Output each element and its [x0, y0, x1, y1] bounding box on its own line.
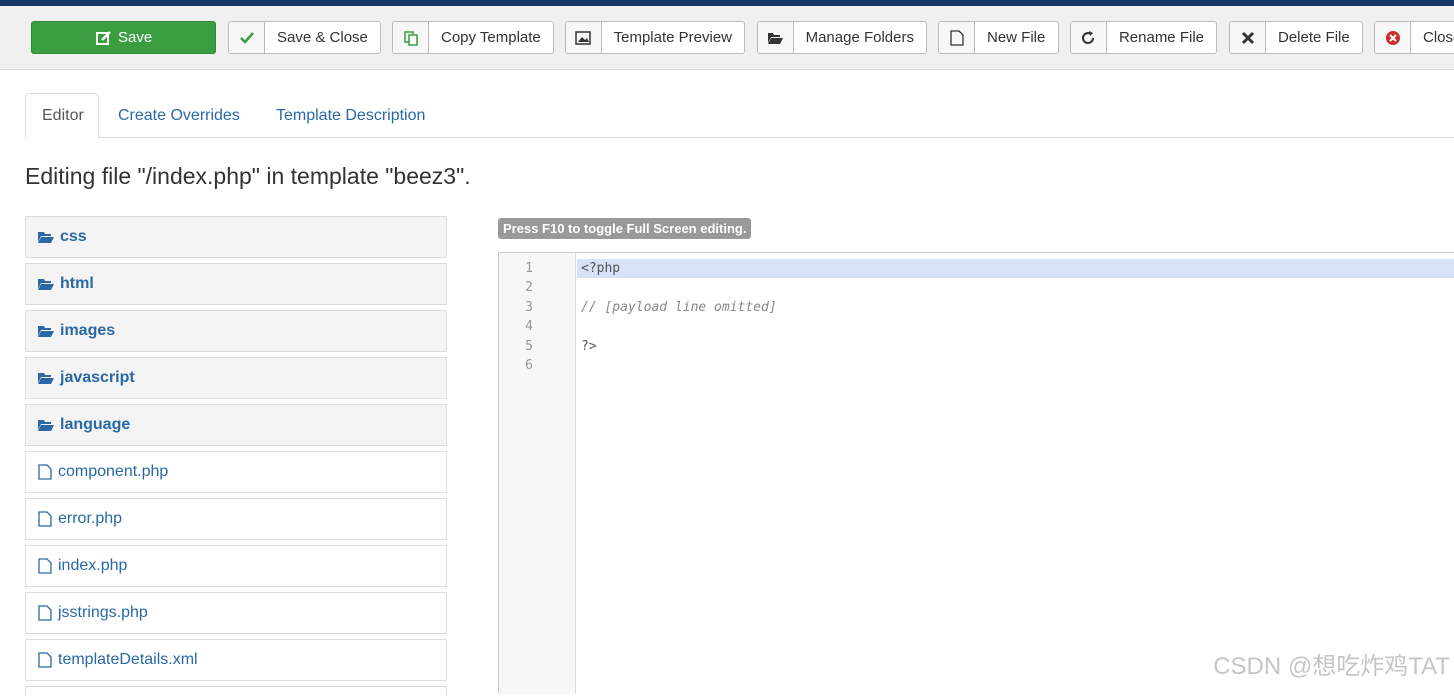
save-close-button[interactable]: Save & Close: [228, 21, 381, 54]
folder-item-javascript[interactable]: javascript: [25, 357, 447, 399]
check-icon: [229, 22, 265, 53]
folder-open-icon: [38, 372, 54, 385]
new-file-label: New File: [975, 22, 1057, 53]
folder-open-icon: [38, 325, 54, 338]
folder-open-icon: [38, 231, 54, 244]
file-icon: [939, 22, 975, 53]
folder-item-language[interactable]: language: [25, 404, 447, 446]
line-number: 4: [499, 319, 533, 334]
save-close-label: Save & Close: [265, 22, 380, 53]
folder-open-icon: [758, 22, 794, 53]
file-item-jsstrings[interactable]: jsstrings.php: [25, 592, 447, 634]
file-item-component[interactable]: component.php: [25, 451, 447, 493]
folder-item-html[interactable]: html: [25, 263, 447, 305]
file-icon: [38, 558, 52, 574]
close-label: Close: [1411, 22, 1454, 53]
close-button[interactable]: Close: [1374, 21, 1454, 54]
file-label: index.php: [58, 557, 127, 575]
tab-editor[interactable]: Editor: [25, 93, 99, 139]
fullscreen-hint-badge: Press F10 to toggle Full Screen editing.: [498, 218, 751, 239]
template-preview-button[interactable]: Template Preview: [565, 21, 745, 54]
folder-open-icon: [38, 419, 54, 432]
manage-folders-button[interactable]: Manage Folders: [757, 21, 927, 54]
code-editor[interactable]: 1 2 3 4 5 6 <?php // [payload line omitt…: [498, 252, 1454, 693]
save-label: Save: [112, 22, 152, 53]
toolbar: Save Save & Close Copy Template Template…: [0, 6, 1454, 70]
folder-item-images[interactable]: images: [25, 310, 447, 352]
code-line[interactable]: [577, 278, 1454, 297]
line-number: 6: [499, 358, 533, 373]
folder-label: images: [60, 322, 115, 340]
template-preview-label: Template Preview: [602, 22, 744, 53]
code-line[interactable]: // [payload line omitted]: [577, 298, 1454, 317]
image-icon: [566, 22, 602, 53]
x-icon: [1230, 22, 1266, 53]
code-line[interactable]: [577, 356, 1454, 375]
tab-bar: Editor Create Overrides Template Descrip…: [25, 93, 1454, 138]
close-circle-icon: [1375, 22, 1411, 53]
file-label: templateDetails.xml: [58, 651, 198, 669]
copy-template-button[interactable]: Copy Template: [392, 21, 554, 54]
file-label: jsstrings.php: [58, 604, 148, 622]
manage-folders-label: Manage Folders: [794, 22, 926, 53]
copy-template-label: Copy Template: [429, 22, 553, 53]
line-number: 2: [499, 280, 533, 295]
file-icon: [38, 652, 52, 668]
rename-file-button[interactable]: Rename File: [1070, 21, 1217, 54]
file-item-index[interactable]: index.php: [25, 545, 447, 587]
folder-label: css: [60, 228, 87, 246]
edit-icon: [32, 22, 112, 53]
delete-file-button[interactable]: Delete File: [1229, 21, 1363, 54]
tab-template-description[interactable]: Template Description: [260, 93, 441, 138]
folder-item-css[interactable]: css: [25, 216, 447, 258]
folder-label: javascript: [60, 369, 135, 387]
folder-open-icon: [38, 278, 54, 291]
line-number: 1: [499, 261, 533, 276]
line-number: 3: [499, 300, 533, 315]
rename-file-label: Rename File: [1107, 22, 1216, 53]
page-title: Editing file "/index.php" in template "b…: [25, 163, 471, 190]
file-icon: [38, 511, 52, 527]
folder-label: html: [60, 275, 94, 293]
file-icon: [38, 464, 52, 480]
code-line[interactable]: ?>: [577, 337, 1454, 356]
file-label: error.php: [58, 510, 122, 528]
file-item-error[interactable]: error.php: [25, 498, 447, 540]
watermark: CSDN @想吃炸鸡TAT: [1213, 646, 1450, 681]
line-number-gutter: 1 2 3 4 5 6: [499, 253, 576, 694]
refresh-icon: [1071, 22, 1107, 53]
file-item-template-details[interactable]: templateDetails.xml: [25, 639, 447, 681]
new-file-button[interactable]: New File: [938, 21, 1059, 54]
code-line[interactable]: [577, 317, 1454, 336]
file-item-partial: [25, 686, 447, 696]
folder-label: language: [60, 416, 130, 434]
save-button[interactable]: Save: [31, 21, 216, 54]
file-label: component.php: [58, 463, 168, 481]
delete-file-label: Delete File: [1266, 22, 1362, 53]
code-line[interactable]: <?php: [577, 259, 1454, 278]
file-icon: [38, 605, 52, 621]
tab-create-overrides[interactable]: Create Overrides: [102, 93, 256, 138]
line-number: 5: [499, 339, 533, 354]
copy-icon: [393, 22, 429, 53]
